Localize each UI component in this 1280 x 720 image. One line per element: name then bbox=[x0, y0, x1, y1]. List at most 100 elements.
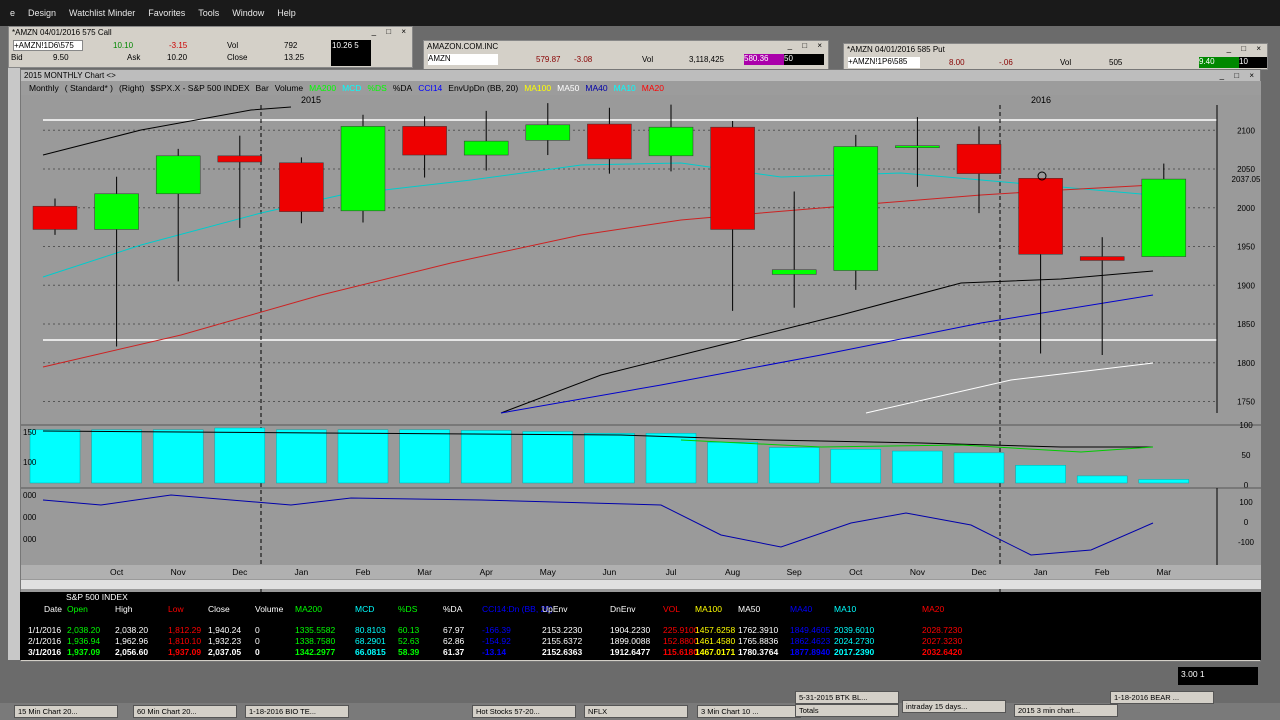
x-axis-month-label: Feb bbox=[356, 567, 371, 577]
taskbar-window-button[interactable]: NFLX bbox=[584, 705, 688, 718]
volume-bar bbox=[91, 429, 142, 484]
table-cell: 1335.5582 bbox=[295, 625, 336, 635]
volume-bar bbox=[584, 433, 635, 484]
legend-item: ( Standard* ) bbox=[64, 83, 113, 93]
taskbar-window-button[interactable]: 15 Min Chart 20... bbox=[14, 705, 118, 718]
price-tick-label: 2100 bbox=[1237, 126, 1255, 135]
quote-put-last: 8.00 bbox=[949, 58, 965, 67]
window-controls[interactable]: _ □ × bbox=[1220, 70, 1258, 81]
volume-bar bbox=[1138, 479, 1190, 484]
table-header: Open bbox=[67, 604, 88, 614]
window-controls[interactable]: _ □ × bbox=[1227, 44, 1265, 53]
quote-window-amzn[interactable]: AMAZON.COM.INC _ □ × AMZN 579.87 -3.08 V… bbox=[423, 40, 829, 70]
table-cell: 58.39 bbox=[398, 647, 420, 657]
table-header: Volume bbox=[255, 604, 284, 614]
quote-call-title: *AMZN 04/01/2016 575 Call bbox=[9, 27, 412, 39]
quote-call-close: 13.25 bbox=[284, 53, 305, 62]
volume-tick-left: 150 bbox=[23, 428, 37, 437]
cci-tick-right: 0 bbox=[1244, 518, 1249, 527]
taskbar-window-button[interactable]: 5-31-2015 BTK BL... bbox=[795, 691, 899, 704]
taskbar-window-button[interactable]: 60 Min Chart 20... bbox=[133, 705, 237, 718]
candle-body bbox=[771, 269, 817, 275]
table-cell: 80.8103 bbox=[355, 625, 386, 635]
taskbar-window-button[interactable]: 2015 3 min chart... bbox=[1014, 704, 1118, 717]
taskbar-window-button[interactable]: Totals bbox=[795, 704, 899, 717]
volume-bar bbox=[460, 430, 512, 484]
legend-item: Bar bbox=[255, 83, 269, 93]
candle-body bbox=[155, 155, 201, 195]
table-cell: 1,810.10 bbox=[168, 636, 202, 646]
menu-item-3[interactable]: Favorites bbox=[148, 8, 185, 18]
quote-window-put[interactable]: *AMZN 04/01/2016 585 Put _ □ × +AMZN!1P6… bbox=[843, 43, 1268, 70]
menu-item-0[interactable]: e bbox=[10, 8, 15, 18]
volume-bar bbox=[830, 449, 882, 484]
taskbar-window-button[interactable]: 1-18-2016 BEAR ... bbox=[1110, 691, 1214, 704]
legend-item: MCD bbox=[342, 83, 362, 93]
quote-call-ask: 10.20 bbox=[167, 53, 188, 62]
symbol-input[interactable]: +AMZN!1D6\575 bbox=[13, 40, 83, 51]
table-title: S&P 500 INDEX bbox=[66, 592, 128, 602]
table-cell: 2027.3230 bbox=[922, 636, 963, 646]
volume-bar bbox=[214, 427, 266, 484]
symbol-input[interactable]: AMZN bbox=[428, 54, 498, 65]
menu-item-5[interactable]: Window bbox=[232, 8, 264, 18]
table-cell: 1467.0171 bbox=[695, 647, 736, 657]
legend-item: MA10 bbox=[613, 83, 636, 93]
volume-bar bbox=[1015, 465, 1066, 484]
price-tick-label: 1750 bbox=[1237, 398, 1255, 407]
table-header: MA40 bbox=[790, 604, 813, 614]
table-header: MA10 bbox=[834, 604, 857, 614]
cci-tick-left: 000 bbox=[23, 491, 37, 500]
x-axis-month-label: Apr bbox=[480, 567, 493, 577]
volume-bar bbox=[337, 429, 389, 484]
table-cell: -13.14 bbox=[482, 647, 507, 657]
window-controls[interactable]: _ □ × bbox=[372, 27, 410, 36]
cci-tick-right: -100 bbox=[1238, 538, 1255, 547]
legend-item: MA50 bbox=[557, 83, 580, 93]
taskbar-window-button[interactable]: intraday 15 days... bbox=[902, 700, 1006, 713]
table-cell: 66.0815 bbox=[355, 647, 386, 657]
x-axis-month-label: Oct bbox=[110, 567, 124, 577]
menu-item-2[interactable]: Watchlist Minder bbox=[69, 8, 135, 18]
price-tick-label: 1800 bbox=[1237, 359, 1255, 368]
taskbar-window-button[interactable]: 3 Min Chart 10 ... bbox=[697, 705, 801, 718]
chart-window[interactable]: 2015 MONTHLY Chart <> _ □ × Monthly ( Stan… bbox=[20, 69, 1261, 662]
legend-item: MA100 bbox=[524, 83, 552, 93]
table-cell: 2032.6420 bbox=[922, 647, 963, 657]
menu-item-1[interactable]: Design bbox=[28, 8, 56, 18]
x-axis-month-label: Jul bbox=[666, 567, 677, 577]
volume-tick-left: 100 bbox=[23, 458, 37, 467]
volume-bar bbox=[152, 429, 204, 484]
table-cell: 2/1/2016 bbox=[28, 636, 62, 646]
menu-item-4[interactable]: Tools bbox=[198, 8, 219, 18]
table-header: MA20 bbox=[922, 604, 945, 614]
quote-window-call[interactable]: *AMZN 04/01/2016 575 Call _ □ × +AMZN!1D… bbox=[8, 26, 413, 68]
x-axis-month-label: Dec bbox=[232, 567, 248, 577]
window-controls[interactable]: _ □ × bbox=[788, 41, 826, 50]
volume-bar bbox=[953, 452, 1005, 484]
quote-put-title: *AMZN 04/01/2016 585 Put bbox=[844, 44, 1267, 56]
table-cell: 2,056.60 bbox=[115, 647, 149, 657]
table-cell: -166.39 bbox=[482, 625, 511, 635]
taskbar-window-button[interactable]: Hot Stocks 57-20... bbox=[472, 705, 576, 718]
quote-put-box2: 10 bbox=[1239, 57, 1267, 68]
symbol-input[interactable]: +AMZN!1P6\585 bbox=[848, 57, 920, 68]
table-header: %DA bbox=[443, 604, 463, 614]
chart-window-title: 2015 MONTHLY Chart <> _ □ × bbox=[21, 70, 1260, 81]
table-cell: 68.2901 bbox=[355, 636, 386, 646]
price-tick-label: 1850 bbox=[1237, 320, 1255, 329]
taskbar-window-button[interactable]: 1-18-2016 BIO TE... bbox=[245, 705, 349, 718]
x-axis-month-label: Sep bbox=[787, 567, 802, 577]
year-label: 2016 bbox=[1031, 95, 1051, 105]
table-cell: 152.8800 bbox=[663, 636, 699, 646]
legend-item: MA40 bbox=[585, 83, 608, 93]
quote-call-bid: 9.50 bbox=[53, 53, 69, 62]
candle-body bbox=[279, 162, 324, 212]
candle-body bbox=[833, 146, 879, 271]
menu-item-6[interactable]: Help bbox=[277, 8, 296, 18]
close-label: Close bbox=[227, 53, 248, 62]
table-cell: 3/1/2016 bbox=[28, 647, 62, 657]
price-chart[interactable]: 2100 20502037.05 2000 1950 1900 1850 1800 1750 2… bbox=[21, 95, 1261, 660]
table-cell: 2028.7230 bbox=[922, 625, 963, 635]
table-cell: 1849.4605 bbox=[790, 625, 831, 635]
